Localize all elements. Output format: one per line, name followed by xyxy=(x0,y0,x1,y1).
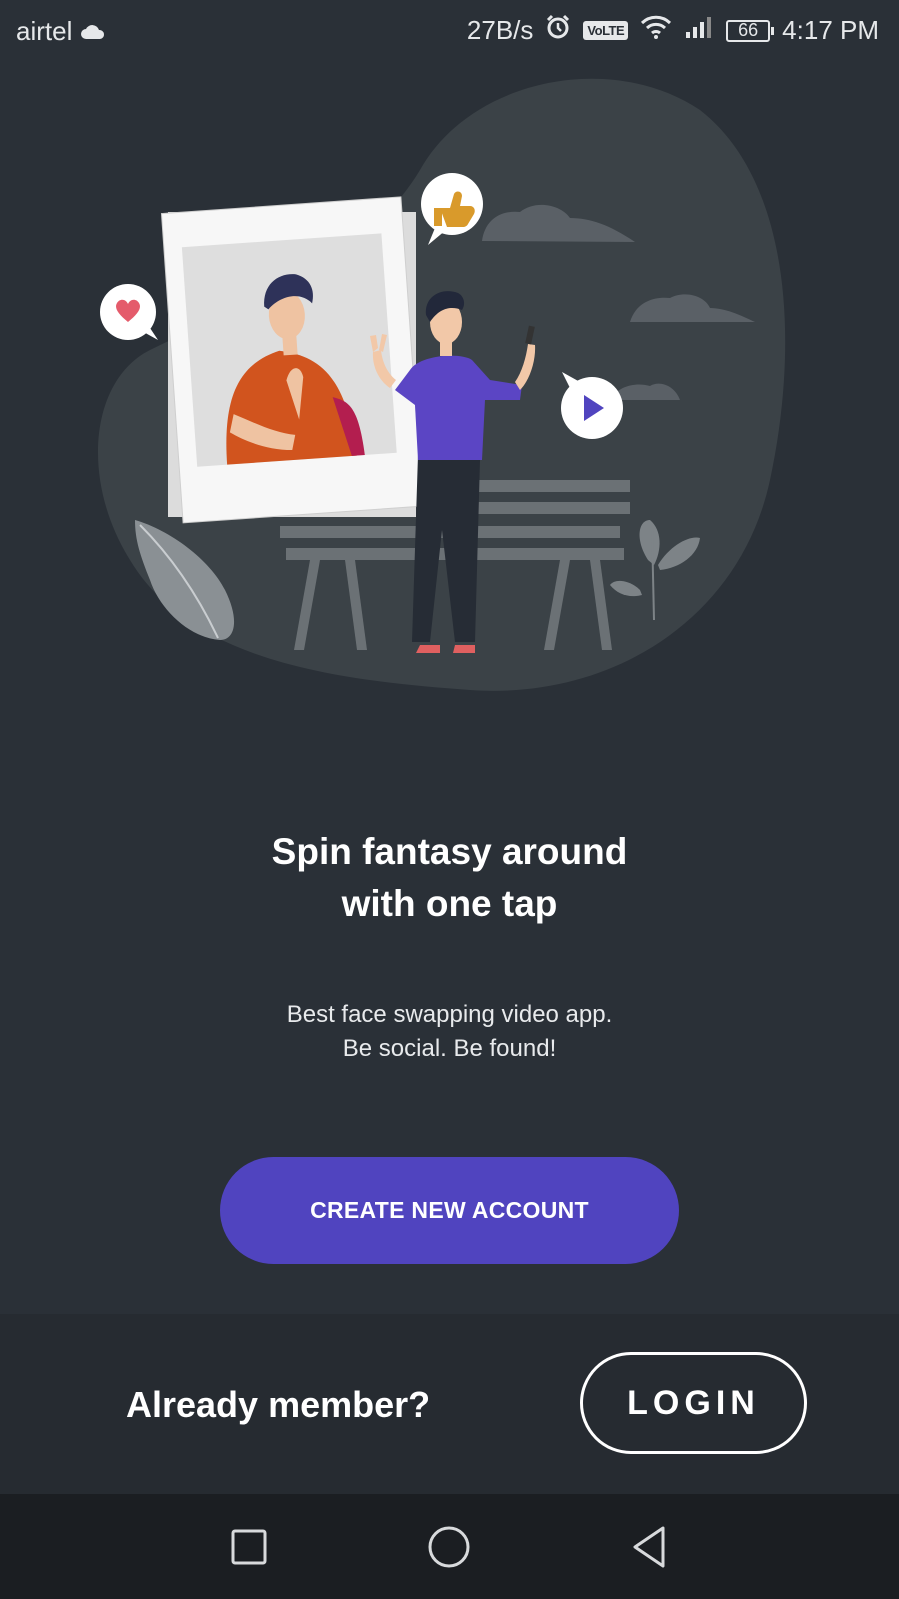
heart-bubble-icon xyxy=(100,284,158,340)
signal-icon xyxy=(684,14,714,47)
carrier-name: airtel xyxy=(16,16,73,46)
subtext-line-1: Best face swapping video app. xyxy=(286,1001,613,1028)
headline: Spin fantasy around with one tap xyxy=(0,826,899,930)
headline-line-2: with one tap xyxy=(341,883,558,924)
navigation-bar xyxy=(0,1494,899,1599)
home-icon[interactable] xyxy=(422,1520,476,1574)
alarm-icon xyxy=(545,14,571,47)
photo-frame xyxy=(160,196,424,524)
status-left: airtel xyxy=(16,16,106,47)
volte-badge: VoLTE xyxy=(583,21,629,40)
status-right: 27B/s VoLTE 66 4:17 PM xyxy=(467,14,879,47)
headline-line-1: Spin fantasy around xyxy=(271,831,628,872)
onboarding-illustration xyxy=(97,78,786,691)
battery-indicator: 66 xyxy=(726,19,775,42)
subtext-line-2: Be social. Be found! xyxy=(342,1035,557,1062)
recent-apps-icon[interactable] xyxy=(222,1520,276,1574)
clock: 4:17 PM xyxy=(782,15,879,45)
back-icon[interactable] xyxy=(622,1520,676,1574)
subtext: Best face swapping video app. Be social.… xyxy=(0,998,899,1066)
net-speed: 27B/s xyxy=(466,15,534,45)
wifi-icon xyxy=(640,14,672,47)
login-button[interactable]: LOGIN xyxy=(580,1352,807,1454)
cloud-icon xyxy=(80,16,106,47)
already-member-label: Already member? xyxy=(126,1384,431,1425)
status-bar: airtel 27B/s VoLTE 66 4:17 PM xyxy=(0,0,899,62)
create-account-button[interactable]: CREATE NEW ACCOUNT xyxy=(220,1157,679,1264)
